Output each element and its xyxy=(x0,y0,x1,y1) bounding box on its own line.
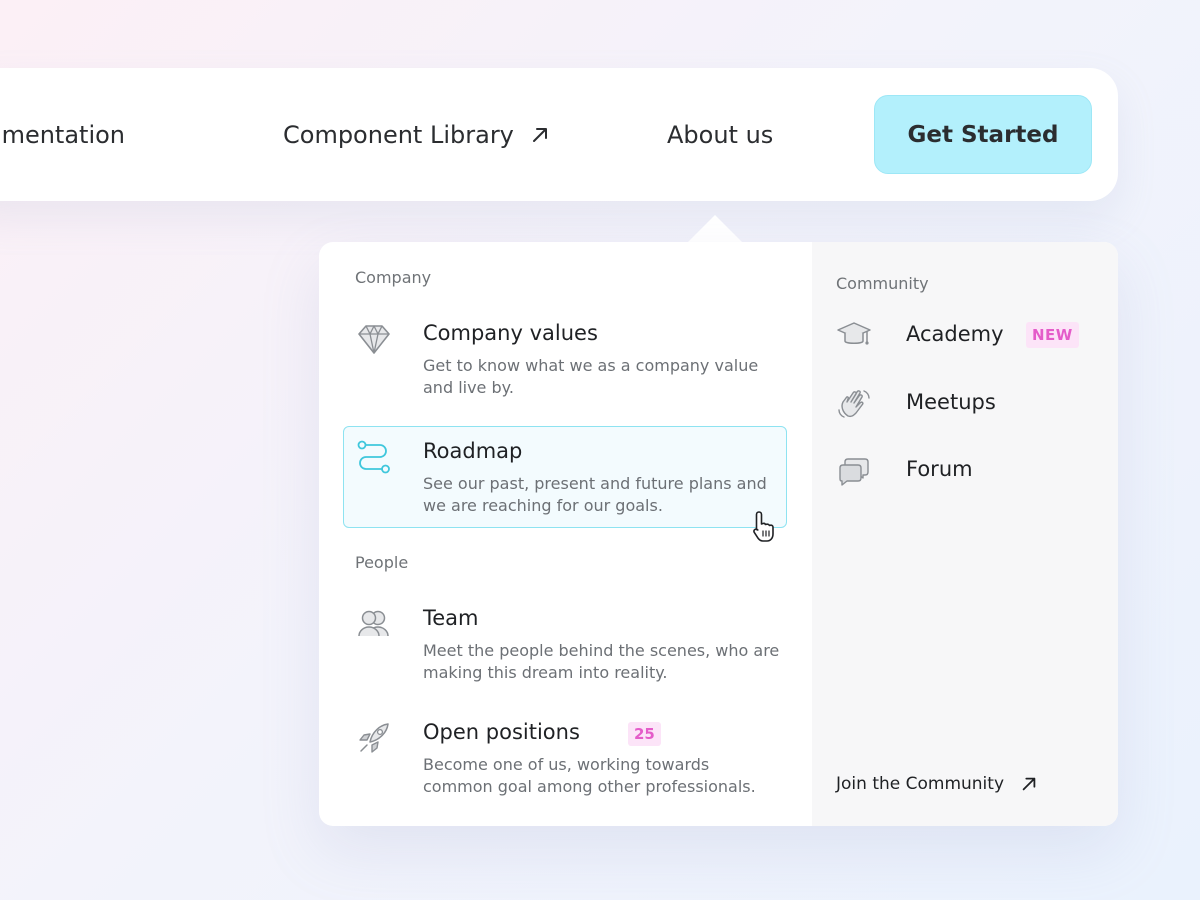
community-item-academy[interactable]: Academy NEW xyxy=(836,314,1106,358)
nav-link-documentation[interactable]: Documentation xyxy=(0,68,125,201)
nav-link-about-us[interactable]: About us xyxy=(667,68,773,201)
about-dropdown-menu: Company Company values Get to know what … xyxy=(319,242,1118,826)
dropdown-community-column: Community Academy NEW Meetups Forum Join… xyxy=(812,242,1118,826)
menu-item-description: Get to know what we as a company value a… xyxy=(423,356,759,397)
section-heading-community: Community xyxy=(836,274,929,293)
join-community-link[interactable]: Join the Community xyxy=(836,774,1038,794)
nav-link-component-library[interactable]: Component Library xyxy=(283,68,550,201)
external-arrow-icon xyxy=(1022,777,1036,791)
new-badge: NEW xyxy=(1026,322,1079,348)
get-started-button[interactable]: Get Started xyxy=(874,95,1092,174)
hand-pointer-cursor-icon xyxy=(753,511,774,542)
diamond-icon xyxy=(358,325,390,354)
top-navbar: Documentation Component Library About us… xyxy=(0,68,1118,201)
nav-link-label: About us xyxy=(667,120,774,149)
join-community-label: Join the Community xyxy=(836,774,1005,794)
menu-item-description: Meet the people behind the scenes, who a… xyxy=(423,641,780,682)
community-item-label: Forum xyxy=(906,457,973,481)
menu-item-team[interactable]: Team Meet the people behind the scenes, … xyxy=(343,593,787,695)
graduation-cap-icon xyxy=(837,322,871,345)
community-item-label: Academy xyxy=(906,322,1004,346)
menu-item-description: See our past, present and future plans a… xyxy=(423,474,767,515)
team-icon xyxy=(358,610,389,637)
section-heading-people: People xyxy=(355,553,409,572)
community-item-meetups[interactable]: Meetups xyxy=(836,382,1106,426)
chat-bubbles-icon xyxy=(839,458,869,486)
community-item-forum[interactable]: Forum xyxy=(836,449,1106,493)
menu-item-description: Become one of us, working towards common… xyxy=(423,755,756,796)
menu-item-title: Roadmap xyxy=(423,439,523,463)
nav-link-label: Component Library xyxy=(283,120,514,149)
waving-hand-icon xyxy=(838,390,870,418)
menu-item-open-positions[interactable]: Open positions 25 Become one of us, work… xyxy=(343,707,787,809)
menu-item-title: Team xyxy=(423,606,479,630)
menu-item-roadmap[interactable]: Roadmap See our past, present and future… xyxy=(343,426,787,528)
external-arrow-icon xyxy=(532,127,547,142)
menu-item-title: Company values xyxy=(423,321,598,345)
rocket-icon xyxy=(359,723,389,753)
open-positions-count-badge: 25 xyxy=(628,722,661,746)
dropdown-main-column: Company Company values Get to know what … xyxy=(319,242,812,826)
menu-item-company-values[interactable]: Company values Get to know what we as a … xyxy=(343,308,787,410)
section-heading-company: Company xyxy=(355,268,432,287)
nav-link-label: Documentation xyxy=(0,120,126,149)
community-item-label: Meetups xyxy=(906,390,996,414)
menu-item-title: Open positions xyxy=(423,720,580,744)
dropdown-caret xyxy=(687,215,743,243)
roadmap-icon xyxy=(357,440,390,474)
